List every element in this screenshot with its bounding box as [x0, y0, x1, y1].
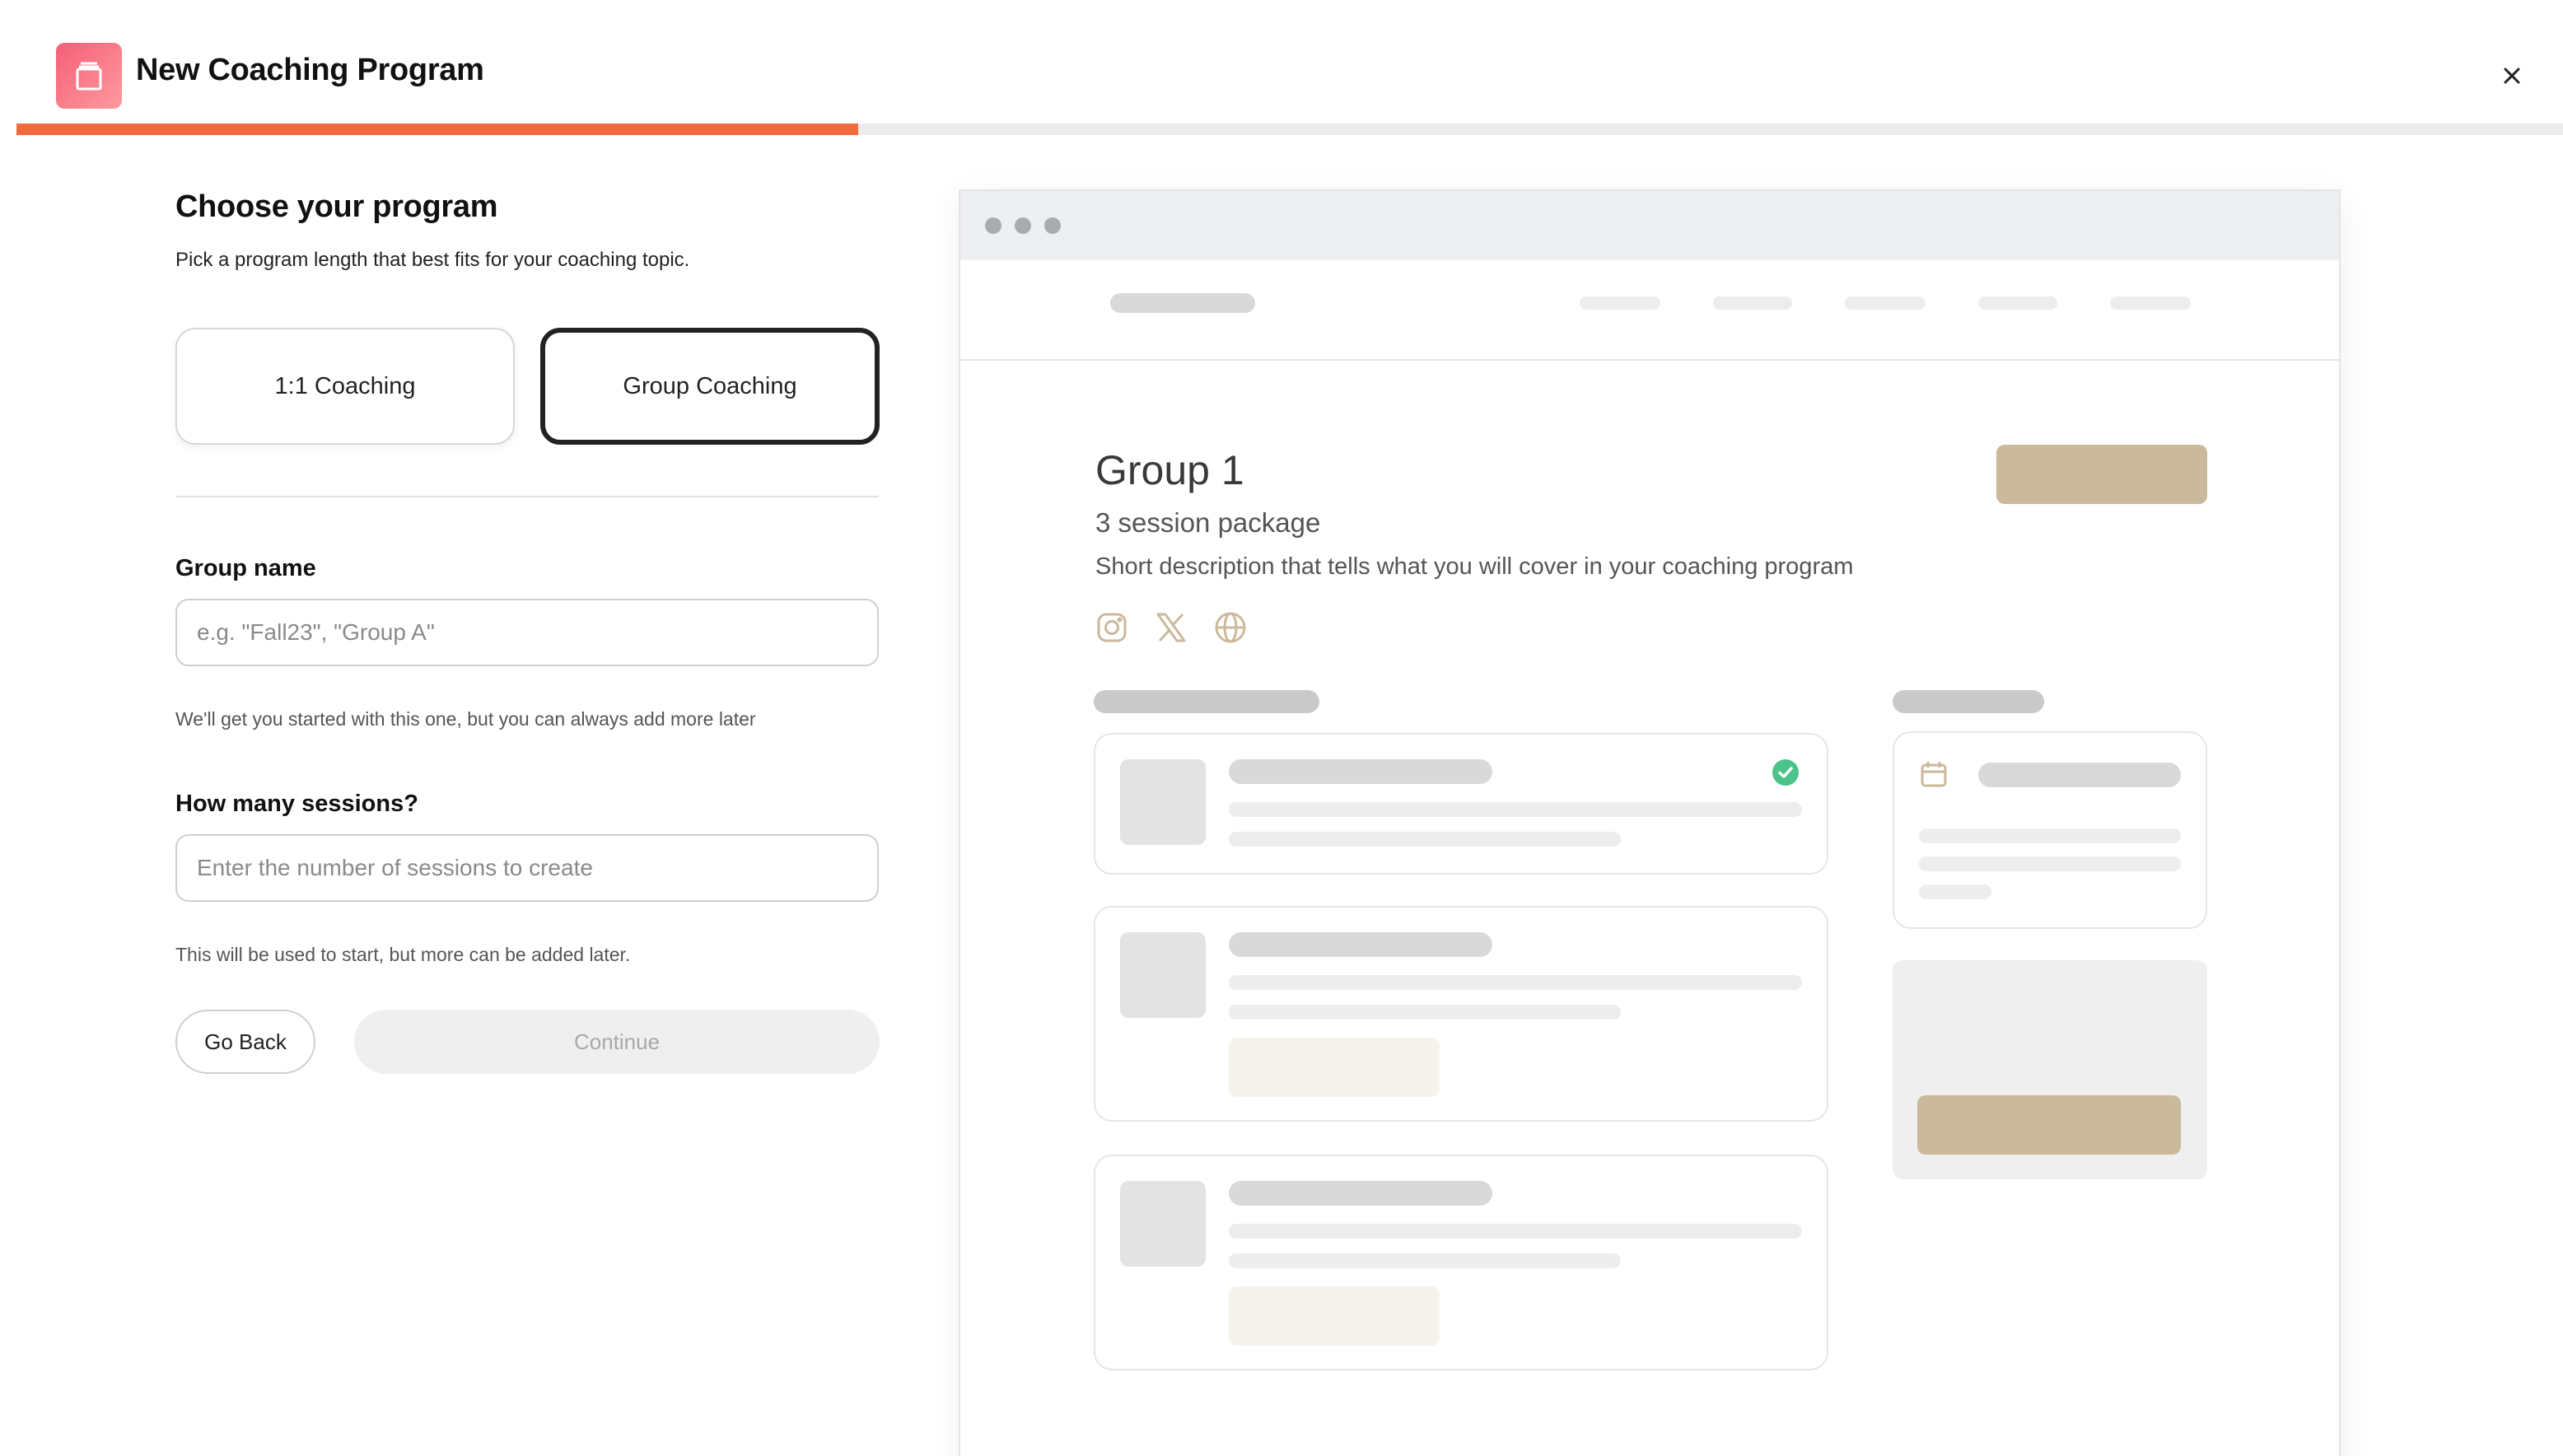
text-placeholder: [1229, 802, 1802, 817]
text-placeholder: [1229, 832, 1621, 847]
nav-link-placeholder: [1713, 296, 1792, 310]
close-button[interactable]: [2495, 59, 2528, 92]
nav-link-placeholder: [1845, 296, 1926, 310]
sessions-label: How many sessions?: [175, 791, 418, 817]
close-icon: [2504, 68, 2520, 84]
text-placeholder: [1229, 1005, 1621, 1020]
group-name-label: Group name: [175, 555, 316, 581]
schedule-card: [1893, 731, 2207, 929]
session-card: [1094, 733, 1828, 875]
preview-description: Short description that tells what you wi…: [1095, 553, 1854, 580]
instagram-icon: [1097, 613, 1127, 642]
nav-link-placeholder: [2110, 296, 2191, 310]
x-icon: [1156, 613, 1186, 642]
button-placeholder: [1229, 1038, 1440, 1097]
progress-bar: [16, 124, 2563, 135]
text-placeholder: [1919, 856, 2181, 871]
calendar-icon: [76, 62, 102, 91]
text-placeholder: [1978, 763, 2181, 787]
text-placeholder: [1229, 1253, 1621, 1268]
group-name-helper: We'll get you started with this one, but…: [175, 708, 756, 730]
sessions-input[interactable]: [175, 834, 879, 902]
preview-cta-placeholder: [1996, 445, 2207, 504]
app-icon: [56, 43, 122, 109]
group-name-input[interactable]: [175, 599, 879, 666]
text-placeholder: [1229, 975, 1802, 990]
program-preview: Group 1 3 session package Short descript…: [959, 189, 2341, 1456]
nav-link-placeholder: [1580, 296, 1660, 310]
check-circle-icon: [1772, 759, 1799, 786]
thumbnail-placeholder: [1120, 932, 1206, 1018]
sessions-helper: This will be used to start, but more can…: [175, 944, 631, 965]
text-placeholder: [1229, 932, 1492, 957]
section-heading-placeholder: [1094, 690, 1319, 713]
preview-title: Group 1: [1095, 447, 1244, 493]
progress-fill: [16, 124, 858, 135]
section-title: Choose your program: [175, 189, 498, 224]
go-back-button[interactable]: Go Back: [175, 1010, 315, 1074]
window-dot: [1015, 217, 1031, 234]
text-placeholder: [1229, 759, 1492, 784]
text-placeholder: [1229, 1224, 1802, 1239]
window-dot: [985, 217, 1001, 234]
calendar-icon: [1921, 762, 1947, 787]
session-card: [1094, 1155, 1828, 1370]
thumbnail-placeholder: [1120, 759, 1206, 845]
text-placeholder: [1919, 884, 1991, 899]
nav-link-placeholder: [1978, 296, 2057, 310]
preview-navbar: [960, 260, 2339, 361]
button-placeholder: [1229, 1286, 1440, 1346]
text-placeholder: [1229, 1181, 1492, 1206]
section-subtitle: Pick a program length that best fits for…: [175, 249, 690, 271]
globe-icon: [1215, 612, 1246, 643]
option-group-coaching[interactable]: Group Coaching: [540, 328, 880, 445]
book-button-placeholder: [1917, 1095, 2181, 1155]
option-one-on-one[interactable]: 1:1 Coaching: [175, 328, 515, 445]
thumbnail-placeholder: [1120, 1181, 1206, 1267]
window-dot: [1044, 217, 1061, 234]
preview-subtitle: 3 session package: [1095, 507, 1321, 538]
browser-chrome: [960, 191, 2339, 260]
booking-panel: [1893, 960, 2207, 1179]
page-title: New Coaching Program: [136, 53, 484, 87]
divider: [175, 496, 879, 497]
continue-button[interactable]: Continue: [354, 1010, 880, 1074]
sidebar-heading-placeholder: [1893, 690, 2044, 713]
nav-logo-placeholder: [1110, 293, 1255, 313]
text-placeholder: [1919, 828, 2181, 843]
session-card: [1094, 906, 1828, 1122]
